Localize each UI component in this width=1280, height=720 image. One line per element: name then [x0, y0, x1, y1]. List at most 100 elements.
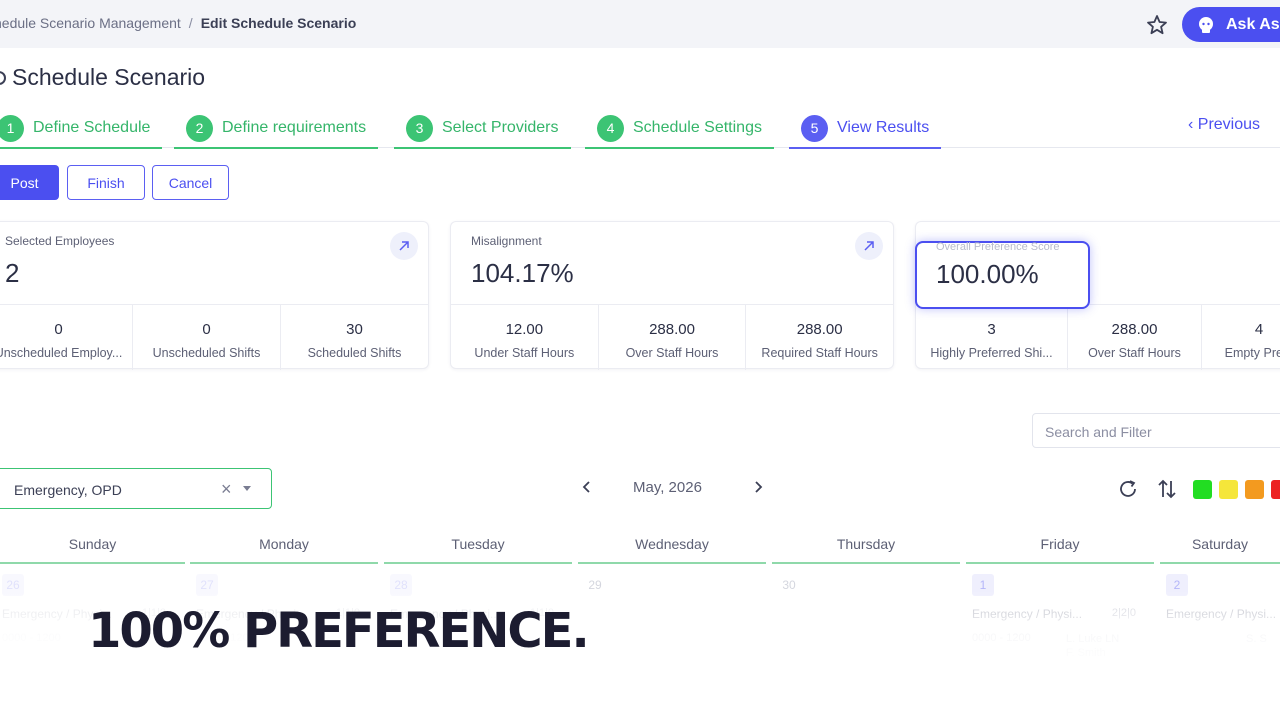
title-row: Schedule Scenario — [0, 64, 205, 91]
clear-icon[interactable]: × — [221, 479, 232, 500]
stat-label: Unscheduled Employ... — [0, 346, 123, 360]
date-badge: 1 — [972, 574, 994, 596]
shift-label: Emergency / Physi... — [1166, 607, 1277, 621]
step-number: 1 — [0, 114, 24, 142]
breadcrumb: hedule Scenario Management / Edit Schedule… — [0, 15, 356, 31]
preference-score-highlight: Overall Preference Score 100.00% — [915, 241, 1090, 309]
step-number: 5 — [801, 114, 828, 142]
legend-green-swatch[interactable] — [1193, 480, 1212, 499]
previous-label: Previous — [1197, 116, 1261, 133]
assigned-names: S. S — [1246, 633, 1267, 645]
card-label: Overall Preference Score — [936, 241, 1060, 253]
calendar-cell[interactable]: 1 Emergency / Physi... 2|2|0 0000 - 1200… — [966, 570, 1156, 670]
stat-label: Over Staff Hours — [625, 346, 719, 360]
arrow-up-right-icon[interactable] — [390, 232, 418, 260]
step-label: Define requirements — [222, 119, 367, 136]
day-header-saturday: Saturday — [1160, 536, 1280, 564]
back-icon[interactable] — [0, 70, 6, 85]
sort-icon[interactable] — [1157, 478, 1177, 505]
date-badge: 27 — [196, 574, 218, 596]
card-stats: 3 Highly Preferred Shi... 288.00 Over Staf… — [916, 304, 1280, 370]
card-value: 2 — [5, 258, 20, 288]
refresh-icon[interactable] — [1117, 478, 1139, 505]
stat-value: 12.00 — [505, 321, 544, 338]
search-filter-placeholder: Search and Filter — [1045, 424, 1152, 440]
chevron-left-icon: ‹ — [1188, 116, 1194, 133]
cancel-button[interactable]: Cancel — [152, 165, 229, 200]
finish-button[interactable]: Finish — [67, 165, 145, 200]
stat-value: 4 — [1254, 321, 1264, 338]
prev-month-icon[interactable] — [582, 480, 592, 499]
step-number: 2 — [186, 114, 213, 142]
department-select[interactable]: Emergency, OPD × — [0, 468, 272, 509]
assigned-names: L. Luke LN F. Smith — [1066, 633, 1120, 659]
stat-over-staff-hours: 288.00 Over Staff Hours — [599, 305, 747, 370]
calendar-cell[interactable]: 29 — [578, 570, 768, 670]
stat-label: Required Staff Hours — [761, 346, 878, 360]
step-underline — [174, 147, 379, 149]
search-filter-input[interactable]: Search and Filter — [1032, 413, 1280, 448]
stat-label: Unscheduled Shifts — [152, 346, 261, 360]
card-value: 104.17% — [471, 258, 574, 288]
stat-empty-preferences: 4 Empty Prefe — [1202, 305, 1280, 370]
step-select-providers[interactable]: 3 Select Providers — [394, 108, 571, 149]
calendar-cell[interactable]: 2 Emergency / Physi... S. S — [1160, 570, 1280, 670]
stat-label: Under Staff Hours — [474, 346, 575, 360]
stat-value: 0 — [202, 321, 211, 338]
post-button[interactable]: Post — [0, 165, 59, 200]
page-title: Schedule Scenario — [12, 64, 206, 90]
next-month-icon[interactable] — [753, 480, 763, 499]
arrow-up-right-icon[interactable] — [855, 232, 883, 260]
shift-time: 0000 - 1200 — [2, 632, 61, 644]
step-underline — [585, 147, 774, 149]
stepper: 1 Define Schedule 2 Define requirements … — [0, 108, 1280, 149]
breadcrumb-parent[interactable]: hedule Scenario Management — [0, 15, 181, 31]
stat-value: 288.00 — [796, 321, 843, 338]
card-label: Selected Employees — [5, 234, 115, 248]
date-badge: 2 — [1166, 574, 1188, 596]
day-header-monday: Monday — [190, 536, 378, 564]
legend-yellow-swatch[interactable] — [1219, 480, 1238, 499]
date-badge: 29 — [588, 578, 602, 592]
step-underline — [0, 147, 163, 149]
top-bar: hedule Scenario Management / Edit Schedule… — [0, 0, 1280, 48]
assistant-icon — [1196, 15, 1216, 35]
stat-label: Empty Prefe — [1224, 346, 1280, 360]
day-header-sunday: Sunday — [0, 536, 185, 564]
step-number: 3 — [406, 114, 433, 142]
day-header-wednesday: Wednesday — [578, 536, 766, 564]
card-label: Misalignment — [471, 234, 542, 248]
breadcrumb-current: Edit Schedule Scenario — [200, 15, 357, 31]
legend-orange-swatch[interactable] — [1245, 480, 1264, 499]
stat-value: 288.00 — [1111, 321, 1158, 338]
step-label: Define Schedule — [33, 119, 151, 136]
calendar-cell[interactable]: 30 — [772, 570, 962, 670]
shift-count: 2|2|0 — [1111, 607, 1136, 619]
month-label: May, 2026 — [633, 479, 702, 496]
stat-label: Scheduled Shifts — [307, 346, 402, 360]
stat-label: Highly Preferred Shi... — [930, 346, 1053, 360]
department-value: Emergency, OPD — [14, 482, 122, 498]
date-badge: 26 — [2, 574, 24, 596]
step-label: Select Providers — [442, 119, 559, 136]
stat-unscheduled-shifts: 0 Unscheduled Shifts — [133, 305, 281, 370]
star-icon[interactable] — [1145, 13, 1169, 37]
step-view-results[interactable]: 5 View Results — [789, 108, 942, 149]
previous-button[interactable]: ‹ Previous — [1188, 116, 1260, 134]
card-value: 100.00% — [936, 259, 1039, 289]
date-badge: 28 — [390, 574, 412, 596]
stat-label: Over Staff Hours — [1088, 346, 1181, 360]
step-schedule-settings[interactable]: 4 Schedule Settings — [585, 108, 774, 149]
day-header-tuesday: Tuesday — [384, 536, 572, 564]
ask-assistant-label: Ask Ass — [1226, 15, 1280, 33]
legend-red-swatch[interactable] — [1271, 480, 1280, 499]
ask-assistant-button[interactable]: Ask Ass — [1182, 7, 1280, 42]
step-define-requirements[interactable]: 2 Define requirements — [174, 108, 379, 149]
date-badge: 30 — [782, 578, 796, 592]
chevron-down-icon[interactable] — [243, 486, 251, 491]
stat-value: 288.00 — [649, 321, 695, 338]
step-define-schedule[interactable]: 1 Define Schedule — [0, 108, 163, 149]
step-underline — [394, 147, 571, 149]
stat-unscheduled-employees: 0 Unscheduled Employ... — [0, 305, 133, 370]
month-navigator: May, 2026 — [580, 478, 770, 498]
